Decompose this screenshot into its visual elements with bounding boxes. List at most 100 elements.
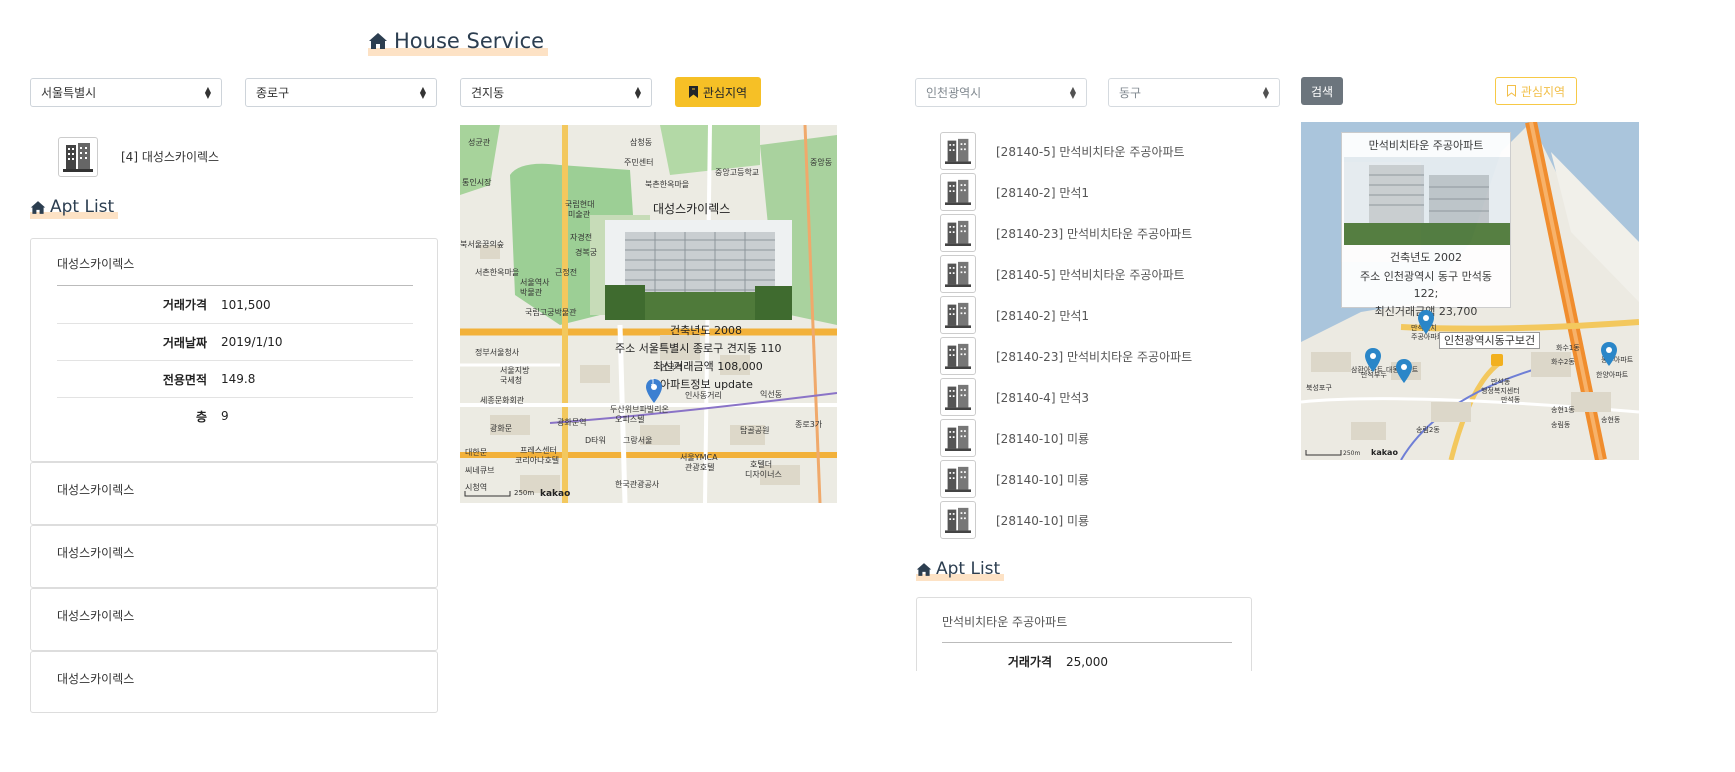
house-icon bbox=[916, 562, 932, 576]
apt-name: 대성스카이렉스 bbox=[57, 483, 135, 497]
map-label: 송림2동 bbox=[1416, 426, 1440, 434]
list-item-label: [28140-10] 미룡 bbox=[996, 431, 1090, 446]
map-label: 미술관 bbox=[568, 209, 591, 219]
apt-thumbnail[interactable] bbox=[58, 137, 98, 177]
list-item-label: [28140-23] 만석비치타운 주공아파트 bbox=[996, 349, 1193, 364]
apt-list-item[interactable]: 대성스카이렉스 bbox=[30, 588, 438, 651]
map-label: 국립현대 bbox=[565, 200, 594, 209]
detail-key: 전용면적 bbox=[162, 372, 207, 387]
map-label: 한국관광공사 bbox=[615, 479, 660, 489]
apt-detail-card[interactable]: 대성스카이렉스 거래가격 101,500 거래날짜 2019/1/10 전용면적… bbox=[30, 238, 438, 462]
list-item[interactable]: [28140-2] 만석1 bbox=[940, 172, 1089, 212]
apt-name: 대성스카이렉스 bbox=[57, 546, 135, 560]
list-item[interactable]: [28140-10] 미룡 bbox=[940, 459, 1089, 499]
list-item[interactable]: [28140-4] 만석3 bbox=[940, 377, 1089, 417]
right-district-select[interactable]: 동구 ▲ ▼ bbox=[1108, 78, 1280, 107]
right-interest-area-button[interactable]: 관심지역 bbox=[1495, 77, 1577, 105]
house-icon bbox=[369, 33, 387, 49]
district-select[interactable]: 종로구 ▲ ▼ bbox=[245, 78, 437, 107]
hospital-icon bbox=[1491, 354, 1503, 366]
map-label: 오피스텔 bbox=[615, 415, 644, 424]
apt-list-item[interactable]: 대성스카이렉스 bbox=[30, 462, 438, 525]
map-label: 그랑서울 bbox=[623, 435, 652, 445]
building-icon bbox=[940, 419, 976, 457]
apt-name: 대성스카이렉스 bbox=[57, 609, 135, 623]
list-item-label: [28140-2] 만석1 bbox=[996, 185, 1090, 200]
dong-select[interactable]: 견지동 ▲ ▼ bbox=[460, 78, 652, 107]
right-district-select-value: 동구 bbox=[1119, 86, 1142, 100]
right-city-select-value: 인천광역시 bbox=[926, 86, 982, 100]
map-label: 북촌한옥마을 bbox=[645, 180, 689, 189]
map-label: 프레스센터 bbox=[520, 445, 557, 455]
map-marker-icon[interactable] bbox=[1396, 359, 1412, 383]
map-label: 송림동 bbox=[1551, 421, 1571, 429]
detail-row-price: 거래가격 25,000 bbox=[942, 643, 1232, 671]
city-select[interactable]: 서울특별시 ▲ ▼ bbox=[30, 78, 222, 107]
select-arrow-icon: ▲ ▼ bbox=[1069, 84, 1076, 100]
apartment-photo bbox=[605, 220, 792, 320]
map-marker-icon[interactable] bbox=[1601, 342, 1617, 366]
building-icon bbox=[940, 296, 976, 334]
list-item[interactable]: [28140-5] 만석비치타운 주공아파트 bbox=[940, 254, 1185, 294]
right-apt-detail-card[interactable]: 만석비치타운 주공아파트 거래가격 25,000 bbox=[916, 597, 1252, 671]
map-marker-icon[interactable] bbox=[1365, 348, 1381, 372]
apartment-photo-image bbox=[605, 220, 792, 320]
apt-list-item[interactable]: 대성스카이렉스 bbox=[30, 525, 438, 588]
list-item-label: [28140-5] 만석비치타운 주공아파트 bbox=[996, 267, 1185, 282]
list-item[interactable]: [28140-23] 만석비치타운 주공아파트 bbox=[940, 336, 1192, 376]
apt-name: 만석비치타운 주공아파트 bbox=[942, 615, 1068, 629]
kakao-logo: kakao bbox=[1371, 448, 1398, 457]
right-apt-detail-clip: 만석비치타운 주공아파트 거래가격 25,000 bbox=[916, 597, 1252, 671]
search-result-label[interactable]: [4] 대성스카이렉스 bbox=[121, 148, 219, 165]
map-label: 두산위브파빌리온 bbox=[610, 404, 669, 414]
map-marker-label: 1 bbox=[650, 378, 656, 388]
house-icon bbox=[30, 200, 46, 214]
detail-key: 층 bbox=[195, 409, 207, 424]
map-label: 자경전 bbox=[570, 232, 592, 242]
detail-row-area: 전용면적 149.8 bbox=[57, 360, 413, 397]
map-label: 광화문 bbox=[490, 423, 512, 433]
right-map[interactable]: 만석비치 주공아파트 만석부두 만석동 행정복지센터 화수2동 화수1동 송현1… bbox=[1301, 122, 1639, 460]
detail-key: 거래날짜 bbox=[162, 335, 207, 350]
apt-name: 대성스카이렉스 bbox=[57, 257, 135, 271]
apt-list-heading: Apt List bbox=[30, 195, 119, 219]
right-apt-list-heading: Apt List bbox=[916, 557, 1005, 581]
list-item[interactable]: [28140-5] 만석비치타운 주공아파트 bbox=[940, 131, 1185, 171]
map-label: 행정복지센터 bbox=[1481, 386, 1520, 395]
list-item[interactable]: [28140-23] 만석비치타운 주공아파트 bbox=[940, 213, 1192, 253]
right-city-select[interactable]: 인천광역시 ▲ ▼ bbox=[915, 78, 1087, 107]
map-info-window: 만석비치타운 주공아파트 건축년도 2002 주소 인천광역시 동구 만석동 1… bbox=[1341, 132, 1511, 318]
map-label: 국세청 bbox=[500, 376, 522, 385]
apt-list-heading-text: Apt List bbox=[50, 197, 115, 217]
apt-list-item[interactable]: 대성스카이렉스 bbox=[30, 651, 438, 713]
interest-area-button[interactable]: 관심지역 bbox=[675, 77, 761, 107]
left-map[interactable]: 성균관 삼청동 주민센터 북촌한옥마을 중앙고등학교 국립현대 미술관 서울역사… bbox=[460, 125, 837, 503]
map-label: 국립고궁박물관 bbox=[525, 307, 577, 317]
map-label: 세종문화회관 bbox=[480, 395, 525, 405]
search-button[interactable]: 검색 bbox=[1301, 77, 1343, 105]
detail-value: 25,000 bbox=[1066, 654, 1108, 669]
map-label: 씨네큐브 bbox=[465, 466, 494, 475]
map-marker-icon[interactable] bbox=[1418, 310, 1434, 334]
map-scale: 250m bbox=[514, 489, 534, 497]
apartment-photo bbox=[1344, 157, 1510, 245]
map-label: 호텔더 bbox=[750, 460, 772, 469]
map-label: 박물관 bbox=[520, 287, 543, 297]
list-item[interactable]: [28140-10] 미룡 bbox=[940, 418, 1089, 458]
map-overlay-title: 만석비치타운 주공아파트 bbox=[1368, 139, 1484, 152]
list-item[interactable]: [28140-10] 미룡 bbox=[940, 500, 1089, 540]
info-address-detail: 122; bbox=[1413, 287, 1439, 300]
list-item[interactable]: [28140-2] 만석1 bbox=[940, 295, 1089, 335]
kakao-logo: kakao bbox=[540, 489, 570, 499]
map-label: 중앙동 bbox=[810, 157, 832, 167]
list-item-label: [28140-10] 미룡 bbox=[996, 513, 1090, 528]
map-label: 익선동 bbox=[760, 389, 782, 399]
info-update-link[interactable]: 아파트정보 update bbox=[660, 376, 753, 392]
building-icon bbox=[940, 378, 976, 416]
list-item-label: [28140-5] 만석비치타운 주공아파트 bbox=[996, 144, 1185, 159]
map-label: 서울지방 bbox=[500, 365, 530, 375]
map-label: 코리아나호텔 bbox=[515, 455, 559, 465]
dong-select-value: 견지동 bbox=[471, 86, 505, 100]
bookmark-icon bbox=[688, 86, 698, 98]
map-label: 서울YMCA bbox=[680, 453, 718, 462]
